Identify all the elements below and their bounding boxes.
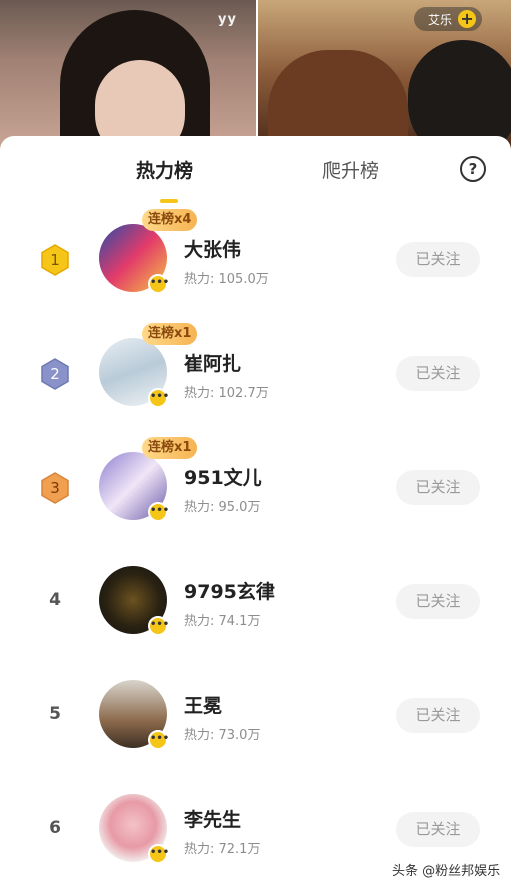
list-item[interactable]: 4 ••• 9795玄律 热力: 74.1万 已关注 xyxy=(0,544,511,658)
streamer-name[interactable]: 大张伟 xyxy=(184,235,241,262)
followed-button[interactable]: 已关注 xyxy=(396,242,480,277)
streak-badge: 连榜x4 xyxy=(142,209,198,231)
more-icon[interactable]: ••• xyxy=(148,274,169,294)
list-item[interactable]: 2 ••• 连榜x1 崔阿扎 热力: 102.7万 已关注 xyxy=(0,316,511,430)
ranking-tabs: 热力榜 爬升榜 ? xyxy=(0,136,511,206)
tab-heat-ranking[interactable]: 热力榜 xyxy=(136,156,193,183)
rank-number: 5 xyxy=(49,704,61,724)
streamer-name[interactable]: 951文儿 xyxy=(184,463,262,490)
streak-badge: 连榜x1 xyxy=(142,437,198,459)
video-left-host: yy xyxy=(0,0,256,150)
more-icon[interactable]: ••• xyxy=(148,844,169,864)
background-chair xyxy=(268,50,408,150)
followed-button[interactable]: 已关注 xyxy=(396,698,480,733)
followed-button[interactable]: 已关注 xyxy=(396,812,480,847)
rank-number: 6 xyxy=(49,818,61,838)
list-item[interactable]: 3 ••• 连榜x1 951文儿 热力: 95.0万 已关注 xyxy=(0,430,511,544)
follow-plus-icon[interactable]: + xyxy=(458,10,477,28)
heat-value: 热力: 105.0万 xyxy=(184,272,269,287)
streamer-name[interactable]: 崔阿扎 xyxy=(184,349,241,376)
heat-value: 热力: 102.7万 xyxy=(184,386,269,401)
streamer-name[interactable]: 王冕 xyxy=(184,691,222,718)
heat-value: 热力: 73.0万 xyxy=(184,728,261,743)
list-item[interactable]: 5 ••• 王冕 热力: 73.0万 已关注 xyxy=(0,658,511,772)
guest-silhouette xyxy=(408,40,511,150)
list-item[interactable]: 1 ••• 连榜x4 大张伟 热力: 105.0万 已关注 xyxy=(0,202,511,316)
tab-climb-ranking[interactable]: 爬升榜 xyxy=(322,156,379,183)
rank-number: 2 xyxy=(50,365,60,383)
followed-button[interactable]: 已关注 xyxy=(396,470,480,505)
more-icon[interactable]: ••• xyxy=(148,388,169,408)
rank-number: 1 xyxy=(50,251,60,269)
anchor-follow-chip[interactable]: 艾乐 + xyxy=(414,7,483,31)
more-icon[interactable]: ••• xyxy=(148,730,169,750)
heat-value: 热力: 74.1万 xyxy=(184,614,261,629)
heat-value: 热力: 95.0万 xyxy=(184,500,261,515)
streamer-name[interactable]: 李先生 xyxy=(184,805,241,832)
streamer-name[interactable]: 9795玄律 xyxy=(184,577,275,604)
rank-number: 4 xyxy=(49,590,61,610)
more-icon[interactable]: ••• xyxy=(148,616,169,636)
ranking-sheet: 热力榜 爬升榜 ? 1 ••• 连榜x4 大张伟 热力: 105.0万 已关注 … xyxy=(0,136,511,887)
followed-button[interactable]: 已关注 xyxy=(396,356,480,391)
heat-value: 热力: 72.1万 xyxy=(184,842,261,857)
live-video-area[interactable]: yy 艾乐 + xyxy=(0,0,511,150)
followed-button[interactable]: 已关注 xyxy=(396,584,480,619)
rank-number: 3 xyxy=(50,479,60,497)
help-icon[interactable]: ? xyxy=(460,156,486,182)
streak-badge: 连榜x1 xyxy=(142,323,198,345)
yy-logo: yy xyxy=(218,12,237,27)
anchor-name: 艾乐 xyxy=(428,12,453,27)
more-icon[interactable]: ••• xyxy=(148,502,169,522)
footer-watermark: 头条 @粉丝邦娱乐 xyxy=(392,864,501,879)
